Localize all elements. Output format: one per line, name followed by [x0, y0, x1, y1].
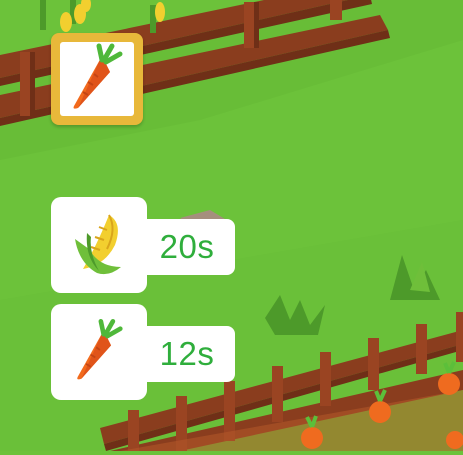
crop-icon-card [51, 304, 147, 400]
growth-timer-text: 12s [159, 335, 215, 372]
growth-timer: 20s [139, 219, 235, 275]
carrot-icon [74, 317, 124, 387]
growth-timer: 12s [139, 326, 235, 382]
selected-crop-slot[interactable] [51, 33, 143, 125]
selected-crop-icon-frame [60, 42, 134, 116]
carrot-icon [70, 42, 124, 116]
corn-icon [69, 209, 129, 281]
growth-timer-text: 20s [159, 228, 215, 265]
crop-icon-card [51, 197, 147, 293]
